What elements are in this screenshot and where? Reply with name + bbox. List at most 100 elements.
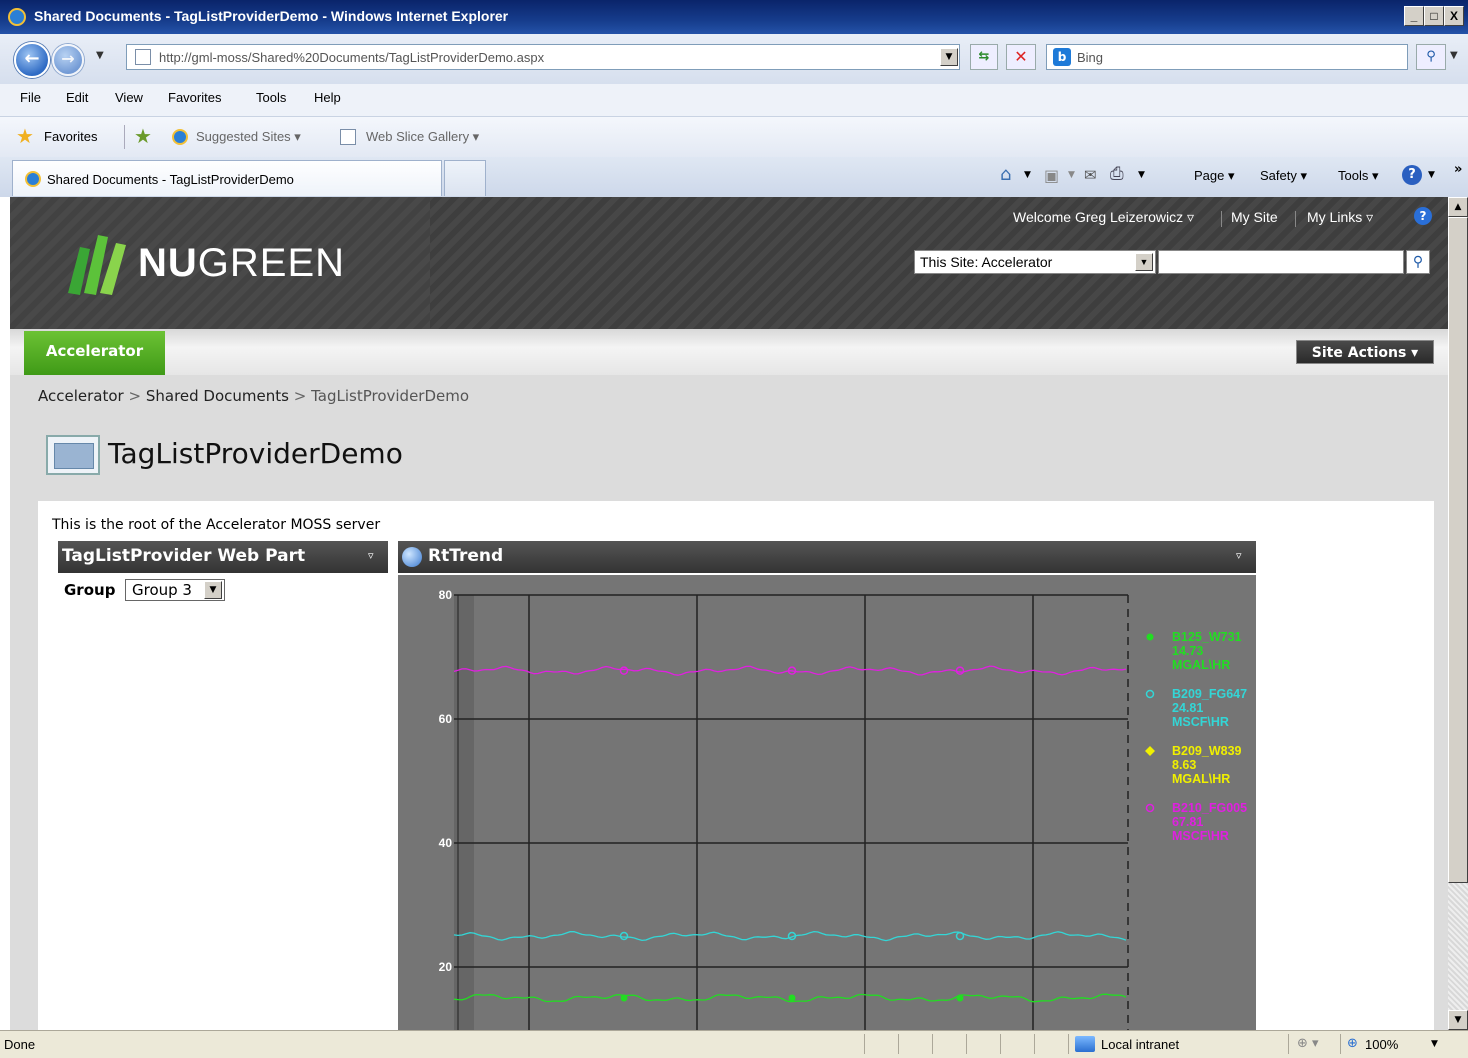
group-select[interactable]: Group 3 ▼: [125, 579, 225, 601]
root-description: This is the root of the Accelerator MOSS…: [52, 517, 381, 533]
y-tick-label: 60: [439, 712, 453, 726]
protected-mode-icon: ⊕ ▾: [1297, 1036, 1319, 1051]
favorites-button[interactable]: Favorites: [44, 129, 97, 144]
url-text: http://gml-moss/Shared%20Documents/TagLi…: [159, 50, 545, 65]
search-options-icon[interactable]: ▼: [1450, 50, 1458, 61]
print-dropdown-icon[interactable]: ▼: [1138, 170, 1145, 180]
feeds-dropdown-icon[interactable]: ▼: [1068, 170, 1075, 180]
scroll-down-button[interactable]: ▼: [1448, 1010, 1468, 1030]
tab-shared-documents[interactable]: Shared Documents - TagListProviderDemo: [12, 160, 442, 196]
refresh-icon[interactable]: ⇆: [970, 44, 998, 70]
minimize-button[interactable]: _: [1404, 6, 1424, 26]
tools-menu[interactable]: Tools ▾: [1338, 168, 1379, 184]
menu-bar: File Edit View Favorites Tools Help: [0, 84, 1468, 117]
globe-icon: [402, 547, 422, 567]
favorites-bar: ★ Favorites ★ Suggested Sites ▾ Web Slic…: [0, 117, 1468, 158]
web-slice-gallery-link[interactable]: Web Slice Gallery ▾: [366, 129, 479, 145]
status-cell: [898, 1034, 933, 1054]
taglist-webpart-title: TagListProvider Web Part: [62, 546, 306, 566]
my-links-menu[interactable]: My Links ▿: [1307, 209, 1373, 226]
trend-marker: [788, 994, 796, 1002]
home-dropdown-icon[interactable]: ▼: [1024, 170, 1031, 180]
feeds-icon[interactable]: ▣: [1044, 166, 1059, 185]
recent-pages-icon[interactable]: ▼: [96, 50, 104, 61]
breadcrumb: Accelerator > Shared Documents > TagList…: [38, 387, 469, 405]
close-button[interactable]: X: [1444, 6, 1464, 26]
maximize-button[interactable]: □: [1424, 6, 1444, 26]
favorites-star-icon: ★: [16, 124, 34, 148]
status-cell: [966, 1034, 1001, 1054]
legend-marker: [1145, 689, 1155, 699]
breadcrumb-accelerator[interactable]: Accelerator: [38, 387, 124, 405]
forward-button[interactable]: →: [52, 44, 84, 76]
address-dropdown-icon[interactable]: ▼: [940, 48, 958, 66]
zone-text: Local intranet: [1101, 1037, 1180, 1052]
address-bar[interactable]: http://gml-moss/Shared%20Documents/TagLi…: [126, 44, 960, 70]
scroll-up-button[interactable]: ▲: [1448, 197, 1468, 217]
menu-file[interactable]: File: [20, 90, 41, 105]
trend-marker: [955, 666, 965, 675]
zoom-cell[interactable]: ⊕ 100% ▼: [1340, 1034, 1451, 1054]
legend-text: 67.81: [1172, 815, 1203, 829]
scroll-track[interactable]: [1448, 883, 1468, 1010]
search-scope-select[interactable]: This Site: Accelerator ▼: [914, 250, 1156, 274]
search-go-icon[interactable]: ⚲: [1416, 44, 1446, 70]
stop-icon[interactable]: ✕: [1006, 44, 1036, 70]
menu-favorites[interactable]: Favorites: [168, 90, 221, 105]
safety-menu[interactable]: Safety ▾: [1260, 168, 1307, 184]
add-favorites-icon[interactable]: ★: [134, 124, 152, 148]
menu-tools[interactable]: Tools: [256, 90, 286, 105]
rttrend-webpart-title: RtTrend: [428, 546, 504, 566]
zoom-dropdown-icon: ▼: [1431, 1039, 1438, 1049]
top-nav-accelerator[interactable]: Accelerator: [24, 331, 165, 375]
web-slice-icon: [340, 129, 356, 145]
plot-left-band: [454, 595, 474, 1030]
menu-help[interactable]: Help: [314, 90, 341, 105]
y-tick-label: 40: [439, 836, 453, 850]
menu-edit[interactable]: Edit: [66, 90, 88, 105]
status-cell: [932, 1034, 967, 1054]
site-actions-menu[interactable]: Site Actions ▾: [1296, 340, 1434, 364]
trend-marker: [955, 931, 965, 941]
new-tab-button[interactable]: [444, 160, 486, 196]
page-viewport: Welcome Greg Leizerowicz ▿ My Site My Li…: [10, 197, 1448, 1030]
welcome-menu[interactable]: Welcome Greg Leizerowicz ▿: [1013, 209, 1194, 226]
print-icon[interactable]: ⎙: [1110, 164, 1124, 184]
scroll-thumb[interactable]: [1448, 217, 1468, 883]
window-title: Shared Documents - TagListProviderDemo -…: [34, 8, 509, 24]
page-icon: [135, 49, 151, 65]
site-search-button[interactable]: ⚲: [1406, 250, 1430, 274]
site-header: Welcome Greg Leizerowicz ▿ My Site My Li…: [10, 197, 1448, 329]
y-tick-label: 80: [439, 588, 453, 602]
legend-text: MGAL\HR: [1172, 772, 1230, 786]
help-icon[interactable]: ?: [1402, 165, 1422, 185]
breadcrumb-shared-documents[interactable]: Shared Documents: [146, 387, 289, 405]
divider: [1295, 211, 1296, 227]
search-box[interactable]: b Bing: [1046, 44, 1408, 70]
ie-logo-icon: [8, 8, 26, 26]
suggested-sites-link[interactable]: Suggested Sites ▾: [196, 129, 301, 145]
mail-icon[interactable]: ✉: [1084, 166, 1097, 184]
legend-text: B210_FG005: [1172, 801, 1247, 815]
trend-marker: [956, 994, 964, 1002]
back-button[interactable]: ←: [14, 42, 50, 78]
menu-view[interactable]: View: [115, 90, 143, 105]
more-commands-icon[interactable]: »: [1454, 162, 1462, 177]
help-icon[interactable]: ?: [1414, 207, 1432, 225]
page-menu[interactable]: Page ▾: [1194, 168, 1235, 184]
y-tick-label: 20: [439, 960, 453, 974]
rttrend-chart[interactable]: 20 40 60 80 B125_W731 14.73 MGAL\HR B209_FG647 2…: [398, 575, 1256, 1030]
webpart-menu-icon[interactable]: ▿: [368, 549, 374, 562]
home-icon[interactable]: ⌂: [1000, 164, 1011, 185]
protected-mode-cell[interactable]: ⊕ ▾: [1288, 1034, 1337, 1054]
zoom-level: 100%: [1365, 1037, 1399, 1052]
site-search-input[interactable]: [1158, 250, 1404, 274]
my-site-link[interactable]: My Site: [1231, 209, 1278, 225]
webpart-menu-icon[interactable]: ▿: [1236, 549, 1242, 562]
help-dropdown-icon[interactable]: ▼: [1428, 170, 1435, 180]
page-title: TagListProviderDemo: [108, 437, 403, 470]
status-cell: [1000, 1034, 1035, 1054]
legend-text: 8.63: [1172, 758, 1196, 772]
legend-text: B209_W839: [1172, 744, 1242, 758]
vertical-scrollbar[interactable]: ▲ ▼: [1448, 197, 1468, 1030]
